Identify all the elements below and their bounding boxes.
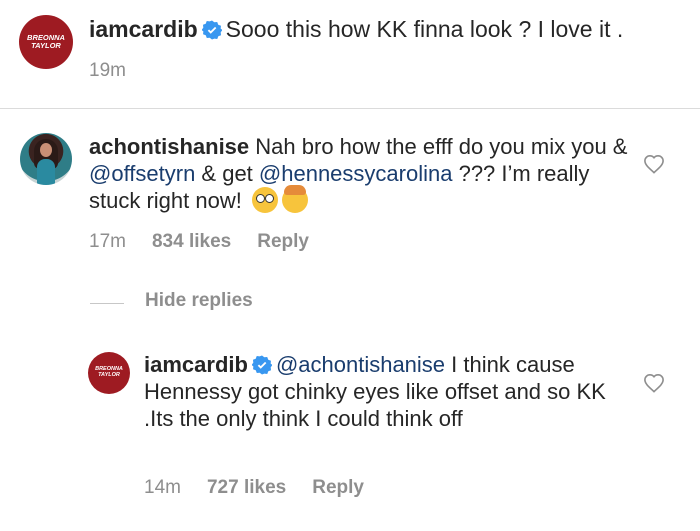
- comment-like-heart-icon[interactable]: [643, 154, 665, 174]
- divider: [0, 108, 700, 109]
- post-caption: Sooo this how KK finna look ? I love it …: [225, 16, 624, 42]
- reply-like-heart-icon[interactable]: [643, 373, 665, 393]
- hide-replies-line: [90, 303, 124, 304]
- post-time: 19m: [89, 60, 126, 81]
- comment-avatar[interactable]: [20, 133, 72, 185]
- verified-badge-icon: [201, 20, 222, 40]
- comment-reply-button[interactable]: Reply: [257, 231, 309, 252]
- comment-time: 17m: [89, 231, 126, 252]
- flushed-face-emoji-icon: [251, 187, 278, 213]
- reply-reply-button[interactable]: Reply: [312, 477, 364, 498]
- comment-text-2: & get: [195, 161, 259, 186]
- reply-username[interactable]: iamcardib: [144, 352, 248, 377]
- reply-time: 14m: [144, 477, 181, 498]
- comment-meta: 17m 834 likes Reply: [89, 231, 335, 253]
- mention-achontishanise[interactable]: @achontishanise: [276, 352, 445, 377]
- verified-badge-icon: [251, 355, 272, 375]
- comment-text-1: Nah bro how the efff do you mix you &: [255, 134, 628, 159]
- reply-avatar[interactable]: BREONNA TAYLOR: [88, 352, 130, 394]
- reply-meta: 14m 727 likes Reply: [144, 477, 390, 499]
- exploding-head-emoji-icon: [281, 185, 308, 213]
- hide-replies-button[interactable]: Hide replies: [145, 290, 253, 312]
- comment-text-block: achontishanise Nah bro how the efff do y…: [89, 133, 634, 214]
- post-avatar[interactable]: BREONNA TAYLOR: [19, 15, 73, 69]
- post-username[interactable]: iamcardib: [89, 16, 198, 42]
- reply-likes[interactable]: 727 likes: [207, 477, 286, 498]
- post-caption-block: iamcardib Sooo this how KK finna look ? I…: [89, 16, 679, 43]
- mention-hennessycarolina[interactable]: @hennessycarolina: [259, 161, 453, 186]
- reply-text-block: iamcardib @achontishanise I think cause H…: [144, 351, 624, 432]
- comment-username[interactable]: achontishanise: [89, 134, 249, 159]
- mention-offsetyrn[interactable]: @offsetyrn: [89, 161, 195, 186]
- post-meta: 19m: [89, 60, 152, 82]
- comment-likes[interactable]: 834 likes: [152, 231, 231, 252]
